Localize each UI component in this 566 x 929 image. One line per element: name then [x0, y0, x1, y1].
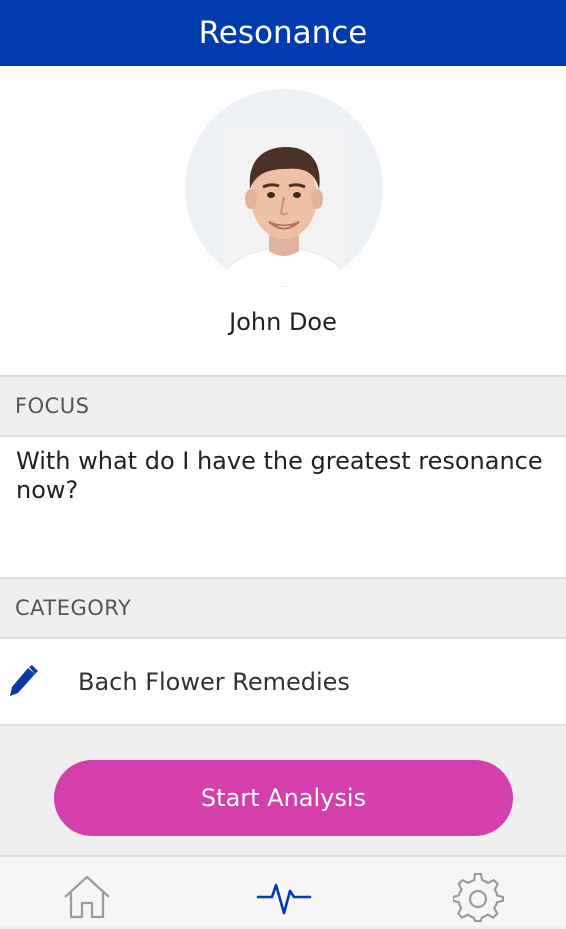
person-photo: [214, 129, 354, 287]
app-header: Resonance: [0, 0, 566, 66]
pencil-icon[interactable]: [8, 665, 38, 699]
category-header-label: CATEGORY: [15, 596, 132, 620]
bottom-tab-bar: [0, 855, 566, 926]
action-area: Start Analysis: [0, 726, 566, 850]
focus-header: FOCUS: [0, 377, 566, 437]
pulse-icon: [256, 883, 312, 915]
focus-header-label: FOCUS: [15, 394, 90, 418]
tab-home[interactable]: [61, 873, 113, 925]
focus-text-field[interactable]: With what do I have the greatest resonan…: [0, 437, 566, 579]
profile-section: John Doe: [0, 66, 566, 377]
gear-icon: [451, 872, 504, 922]
tab-settings[interactable]: [451, 872, 505, 925]
start-analysis-button[interactable]: Start Analysis: [54, 760, 513, 836]
home-icon: [64, 875, 110, 919]
avatar: [185, 89, 383, 287]
profile-name: John Doe: [229, 308, 337, 336]
category-selector[interactable]: Bach Flower Remedies: [0, 639, 566, 726]
category-value: Bach Flower Remedies: [78, 667, 350, 696]
tab-analysis[interactable]: [256, 873, 312, 925]
category-header: CATEGORY: [0, 579, 566, 639]
app-title: Resonance: [198, 15, 368, 51]
